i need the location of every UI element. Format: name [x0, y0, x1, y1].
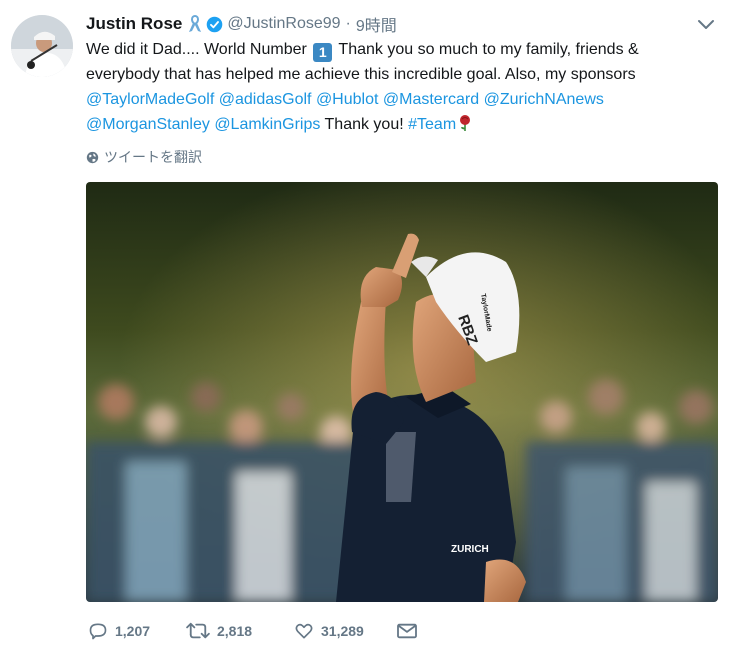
display-name[interactable]: Justin Rose [86, 14, 182, 34]
heart-icon [295, 623, 313, 639]
tweet-photo[interactable]: RBZ TaylorMade ZURICH [86, 182, 718, 602]
keycap-one-icon: 1 [313, 43, 333, 62]
rose-icon [460, 115, 471, 131]
ribbon-icon [189, 15, 202, 32]
tweet-text-line-4: @MorganStanley @LamkinGrips Thank you! #… [86, 112, 716, 137]
mention-link[interactable]: @adidasGolf [219, 91, 312, 108]
tweet-text-line-3: @TaylorMadeGolf @adidasGolf @Hublot @Mas… [86, 87, 716, 112]
chevron-down-icon[interactable] [696, 18, 716, 32]
text-segment: We did it Dad.... World Number [86, 41, 312, 58]
retweet-button[interactable]: 2,818 [186, 621, 294, 641]
mention-link[interactable]: @Hublot [316, 91, 379, 108]
translate-label: ツイートを翻訳 [104, 149, 202, 165]
mention-link[interactable]: @MorganStanley [86, 116, 210, 133]
thanks-text: Thank you! [324, 116, 404, 133]
like-count: 31,289 [321, 623, 364, 639]
reply-icon [89, 623, 107, 640]
retweet-icon [186, 622, 210, 639]
separator-dot: · [345, 15, 351, 32]
translate-tweet-link[interactable]: ツイートを翻訳 [86, 147, 202, 167]
globe-icon [86, 151, 99, 163]
mention-link[interactable]: @LamkinGrips [214, 116, 320, 133]
user-handle[interactable]: @JustinRose99 [227, 15, 340, 33]
verified-badge-icon [207, 16, 223, 32]
like-button[interactable]: 31,289 [294, 621, 396, 641]
timestamp[interactable]: 9時間 [356, 12, 397, 36]
direct-message-button[interactable] [396, 622, 425, 640]
tweet-text-line-1: We did it Dad.... World Number 1 Thank y… [86, 37, 716, 62]
mention-link[interactable]: @Mastercard [383, 91, 479, 108]
tweet-text: We did it Dad.... World Number 1 Thank y… [86, 37, 716, 137]
reply-count: 1,207 [115, 623, 151, 639]
avatar-photo [11, 15, 73, 77]
tweet-actions: 1,207 2,818 31,289 [88, 619, 425, 643]
mention-link[interactable]: @TaylorMadeGolf [86, 91, 214, 108]
tweet: Justin Rose @JustinRose99 · 9時間 We did i… [0, 0, 731, 657]
avatar[interactable] [11, 15, 73, 77]
mention-link[interactable]: @ZurichNAnews [484, 91, 604, 108]
text-segment: Thank you so much to my family, friends … [334, 41, 639, 58]
hashtag-link[interactable]: #Team [408, 116, 456, 133]
shirt-logo: ZURICH [451, 544, 489, 555]
tweet-header: Justin Rose @JustinRose99 · 9時間 [86, 13, 397, 35]
tweet-text-line-2: everybody that has helped me achieve thi… [86, 66, 636, 83]
golfer-celebration-photo: RBZ TaylorMade ZURICH [86, 182, 718, 602]
reply-button[interactable]: 1,207 [88, 621, 186, 641]
envelope-icon [397, 623, 417, 639]
retweet-count: 2,818 [217, 623, 253, 639]
